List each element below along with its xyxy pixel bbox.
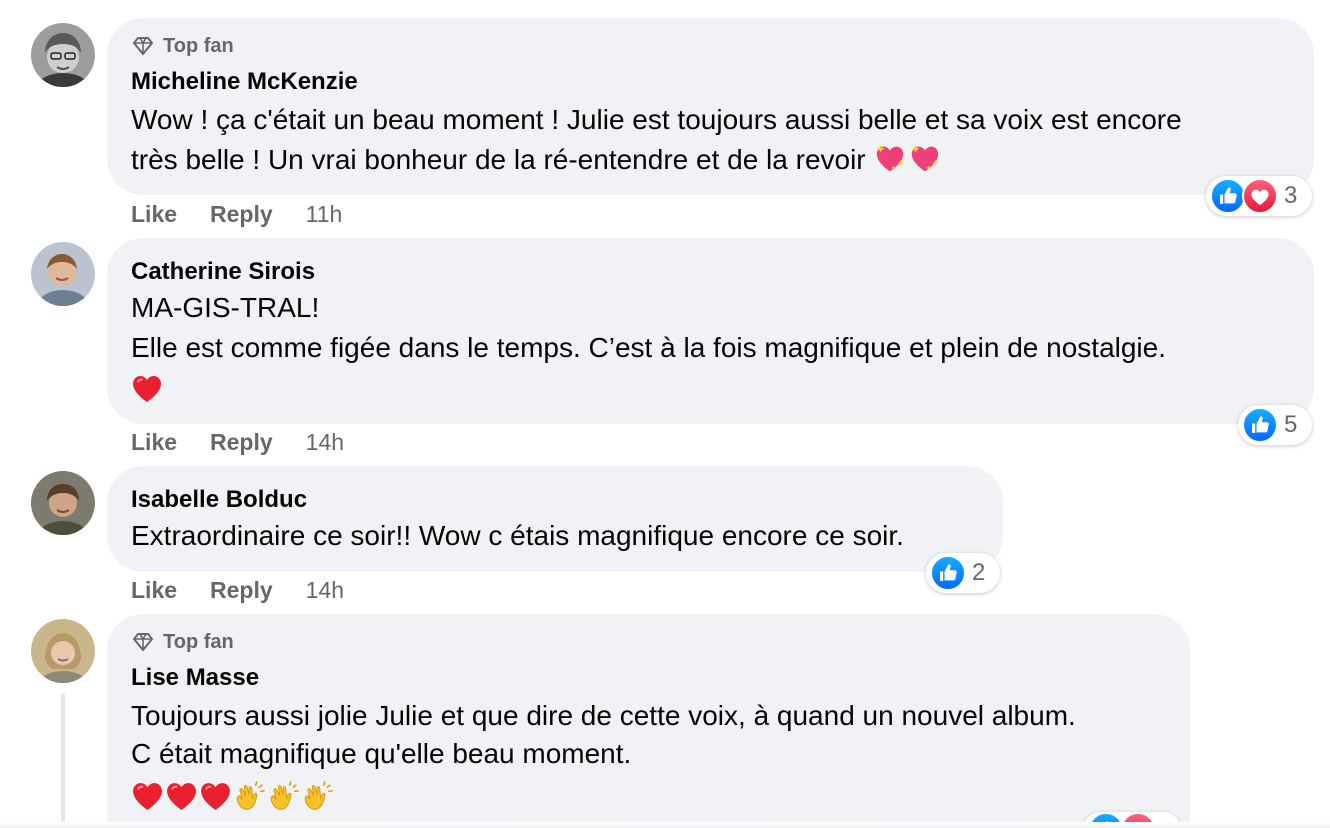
clapping-hands-emoji — [267, 780, 300, 813]
reply-button[interactable]: Reply — [210, 577, 273, 604]
comment-actions: Like Reply 14h — [131, 575, 344, 605]
comment-bubble: Catherine Sirois MA-GIS-TRAL! Elle est c… — [107, 238, 1314, 424]
top-fan-badge: Top fan — [131, 630, 234, 654]
like-reaction-icon — [1210, 178, 1246, 214]
reaction-count: 5 — [1284, 411, 1298, 438]
comment-text-line: Toujours aussi jolie Julie et que dire d… — [131, 700, 1076, 731]
comment-text-line: Wow ! ça c'était un beau moment ! Julie … — [131, 104, 1182, 135]
comment-bubble: Isabelle Bolduc Extraordinaire ce soir!!… — [107, 466, 1003, 572]
comment-text-line: Elle est comme figée dans le temps. C’es… — [131, 332, 1167, 363]
comment-actions: Like Reply 11h — [131, 199, 342, 229]
red-heart-emoji — [131, 780, 164, 813]
comment-timestamp[interactable]: 11h — [306, 201, 343, 228]
reaction-summary[interactable]: 3 — [1206, 176, 1312, 216]
sparkling-heart-emoji — [873, 141, 907, 175]
reply-button[interactable]: Reply — [210, 429, 273, 456]
comment-text-line: MA-GIS-TRAL! — [131, 292, 320, 323]
diamond-icon — [131, 630, 155, 654]
like-button[interactable]: Like — [131, 429, 177, 456]
avatar[interactable] — [31, 619, 95, 683]
reaction-summary[interactable]: 2 — [926, 553, 1000, 593]
reaction-count: 3 — [1284, 182, 1298, 209]
avatar[interactable] — [31, 23, 95, 87]
clapping-hands-emoji — [233, 780, 266, 813]
reaction-summary[interactable]: 5 — [1238, 405, 1312, 445]
comment-author[interactable]: Micheline McKenzie — [131, 68, 358, 96]
like-button[interactable]: Like — [131, 201, 177, 228]
comment-text: très belle ! Un vrai bonheur de la ré-en… — [131, 144, 866, 175]
avatar[interactable] — [31, 242, 95, 306]
like-reaction-icon — [930, 555, 966, 591]
love-reaction-icon — [1242, 178, 1278, 214]
viewport-bottom-edge — [0, 822, 1330, 828]
clapping-hands-emoji — [301, 780, 334, 813]
comment-bubble: Top fan Micheline McKenzie Wow ! ça c'ét… — [107, 18, 1314, 195]
reply-button[interactable]: Reply — [210, 201, 273, 228]
top-fan-label: Top fan — [163, 34, 234, 57]
diamond-icon — [131, 34, 155, 58]
red-heart-emoji — [131, 373, 163, 405]
comment-text-line: Extraordinaire ce soir!! Wow c étais mag… — [131, 520, 904, 551]
comment-actions: Like Reply 14h — [131, 427, 344, 457]
comment-text-line — [131, 370, 164, 410]
like-button[interactable]: Like — [131, 577, 177, 604]
red-heart-emoji — [165, 780, 198, 813]
comment-bubble: Top fan Lise Masse Toujours aussi jolie … — [107, 614, 1190, 828]
reaction-count: 2 — [972, 559, 986, 586]
avatar[interactable] — [31, 471, 95, 535]
comment-timestamp[interactable]: 14h — [306, 577, 344, 604]
like-reaction-icon — [1242, 407, 1278, 443]
comment-text-line: très belle ! Un vrai bonheur de la ré-en… — [131, 140, 943, 180]
sparkling-heart-emoji — [908, 141, 942, 175]
red-heart-emoji — [199, 780, 232, 813]
comment-text-line — [131, 778, 335, 818]
comment-author[interactable]: Catherine Sirois — [131, 258, 315, 286]
comment-author[interactable]: Isabelle Bolduc — [131, 486, 307, 514]
top-fan-badge: Top fan — [131, 34, 234, 58]
comment-timestamp[interactable]: 14h — [306, 429, 344, 456]
top-fan-label: Top fan — [163, 630, 234, 653]
reply-thread-line — [61, 694, 65, 828]
comment-text-line: C était magnifique qu'elle beau moment. — [131, 738, 632, 769]
comment-author[interactable]: Lise Masse — [131, 664, 259, 692]
